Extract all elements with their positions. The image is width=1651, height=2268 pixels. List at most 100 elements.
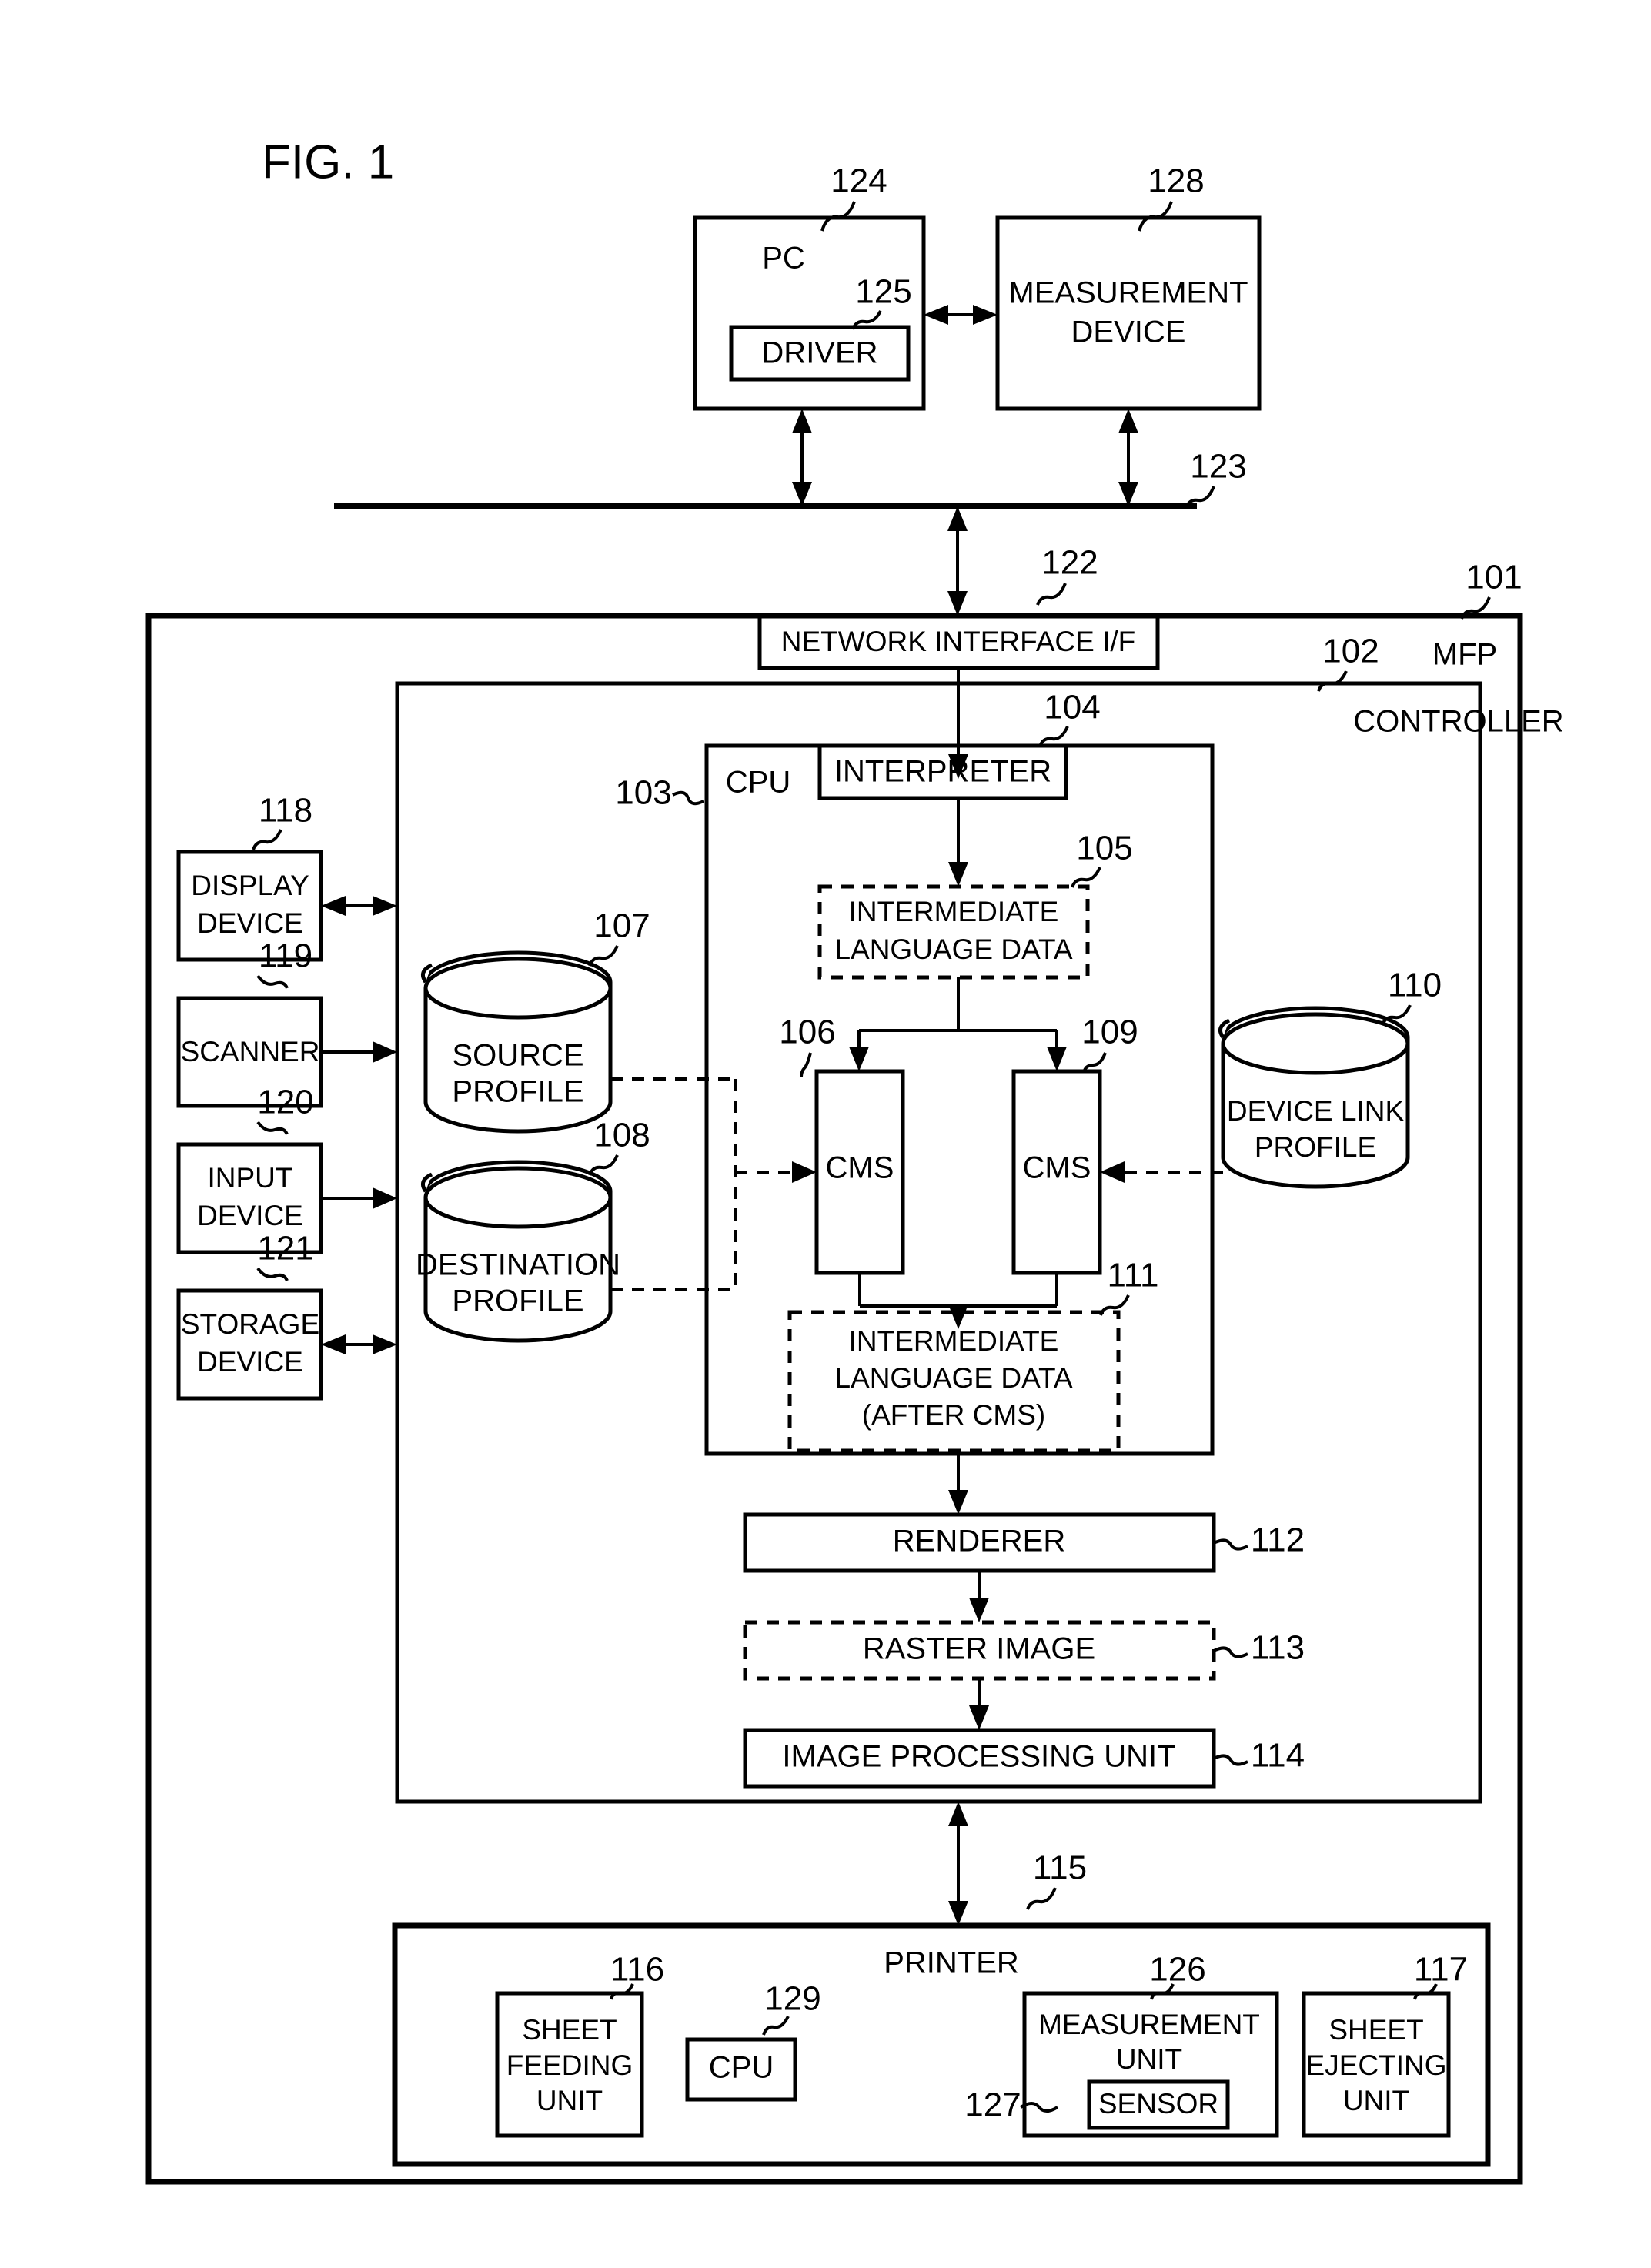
sheet-ejecting-label-3: UNIT	[1343, 2085, 1409, 2116]
leader-121	[256, 1267, 289, 1281]
ild-label-2: LANGUAGE DATA	[834, 934, 1072, 965]
pc-measurement-link	[924, 305, 998, 325]
ref-103: 103	[615, 774, 671, 812]
leader-107	[588, 945, 619, 967]
cpu-label: CPU	[726, 766, 790, 800]
ref-107: 107	[593, 907, 650, 945]
input-device-label-1: INPUT	[208, 1162, 293, 1194]
measurement-device-box	[995, 215, 1262, 411]
storage-device-label-2: DEVICE	[197, 1346, 303, 1378]
network-interface-label: NETWORK INTERFACE I/F	[781, 626, 1135, 657]
leader-108	[588, 1154, 619, 1176]
measurement-device-label-1: MEASUREMENT	[1008, 276, 1248, 310]
ref-102: 102	[1322, 633, 1379, 670]
leader-118	[252, 829, 282, 850]
ref-128: 128	[1148, 162, 1204, 200]
ref-119: 119	[259, 937, 312, 975]
ref-114: 114	[1251, 1737, 1305, 1775]
measurement-unit-label-1: MEASUREMENT	[1038, 2009, 1260, 2040]
display-device-label-2: DEVICE	[197, 907, 303, 939]
ref-127: 127	[964, 2086, 1021, 2124]
sheet-feeding-label-3: UNIT	[536, 2085, 603, 2116]
cms-right-label: CMS	[1023, 1151, 1091, 1185]
interpreter-ild-link	[948, 798, 968, 887]
ref-126: 126	[1149, 1951, 1205, 1989]
iac-label-1: INTERMEDIATE	[849, 1325, 1059, 1357]
driver-label: DRIVER	[761, 336, 877, 370]
storage-device-label-1: STORAGE	[181, 1308, 319, 1340]
sheet-feeding-label-2: FEEDING	[506, 2049, 633, 2081]
input-device-label-2: DEVICE	[197, 1200, 303, 1231]
source-profile-label-1: SOURCE	[452, 1039, 583, 1073]
interpreter-label: INTERPRETER	[834, 755, 1051, 789]
sensor-label: SENSOR	[1098, 2088, 1218, 2119]
raster-ipu-link	[969, 1678, 989, 1730]
leader-122	[1036, 583, 1067, 606]
ild-label-1: INTERMEDIATE	[849, 896, 1059, 927]
ref-109: 109	[1081, 1014, 1138, 1051]
iac-renderer-link	[948, 1451, 968, 1515]
cms-merge	[858, 1273, 1058, 1329]
scanner-link	[321, 1041, 397, 1063]
leader-106	[800, 1052, 812, 1078]
destination-profile-label-2: PROFILE	[452, 1284, 583, 1318]
controller-printer-link	[948, 1802, 968, 1926]
patent-figure-1: FIG. 1 PC 124 DRIVER 125 MEASUREMENT DEV…	[0, 0, 1651, 2268]
ref-106: 106	[779, 1014, 835, 1051]
bus-nif-link	[947, 506, 968, 616]
measurement-device-label-2: DEVICE	[1071, 316, 1186, 349]
sheet-ejecting-label-1: SHEET	[1328, 2014, 1423, 2046]
ref-110: 110	[1388, 967, 1442, 1004]
source-profile-label-2: PROFILE	[452, 1075, 583, 1109]
pc-label: PC	[762, 242, 805, 276]
input-device-link	[321, 1187, 397, 1209]
ref-129: 129	[764, 1980, 820, 2018]
leader-112	[1213, 1538, 1248, 1551]
ref-123: 123	[1190, 448, 1246, 486]
pc-bus-link	[792, 409, 812, 506]
mfp-box	[145, 613, 1523, 2185]
ref-118: 118	[259, 792, 312, 830]
device-link-profile-label-1: DEVICE LINK	[1227, 1095, 1405, 1127]
measurement-unit-label-2: UNIT	[1116, 2043, 1182, 2075]
ref-115: 115	[1033, 1849, 1087, 1887]
leader-105	[1071, 867, 1101, 888]
ref-124: 124	[831, 162, 887, 200]
leader-113	[1213, 1646, 1248, 1658]
controller-label: CONTROLLER	[1353, 705, 1563, 739]
ref-125: 125	[855, 273, 911, 311]
sheet-feeding-label-1: SHEET	[522, 2014, 617, 2046]
display-device-label-1: DISPLAY	[191, 870, 309, 901]
leader-103	[672, 790, 704, 806]
storage-device-link	[321, 1334, 397, 1354]
storage-device-box	[176, 1288, 323, 1401]
dlp-cms-right-link	[1100, 1161, 1223, 1183]
ref-108: 108	[593, 1117, 650, 1154]
ref-122: 122	[1041, 544, 1098, 582]
ref-117: 117	[1414, 1951, 1468, 1989]
printer-cpu-label: CPU	[709, 2051, 774, 2085]
leader-119	[256, 974, 289, 989]
destination-profile-label-1: DESTINATION	[416, 1248, 620, 1282]
leader-115	[1026, 1887, 1057, 1910]
iac-label-2: LANGUAGE DATA	[834, 1362, 1072, 1394]
image-processing-unit-label: IMAGE PROCESSING UNIT	[782, 1740, 1175, 1774]
ref-120: 120	[257, 1084, 313, 1121]
ref-121: 121	[257, 1230, 313, 1268]
device-link-profile-label-2: PROFILE	[1255, 1131, 1376, 1163]
ref-112: 112	[1251, 1521, 1305, 1559]
leader-102	[1317, 670, 1348, 692]
ref-116: 116	[610, 1951, 664, 1989]
scanner-label: SCANNER	[181, 1036, 320, 1067]
ild-cms-split	[849, 977, 1067, 1071]
mfp-label: MFP	[1432, 638, 1497, 672]
printer-label: PRINTER	[884, 1946, 1019, 1980]
sheet-ejecting-label-2: EJECTING	[1306, 2049, 1447, 2081]
profiles-cms-left-link	[610, 1077, 817, 1291]
iac-label-3: (AFTER CMS)	[862, 1399, 1045, 1431]
ref-105: 105	[1076, 830, 1132, 867]
renderer-raster-link	[969, 1571, 989, 1622]
leader-104	[1038, 726, 1069, 747]
ref-113: 113	[1251, 1629, 1305, 1667]
cms-left-label: CMS	[826, 1151, 894, 1185]
